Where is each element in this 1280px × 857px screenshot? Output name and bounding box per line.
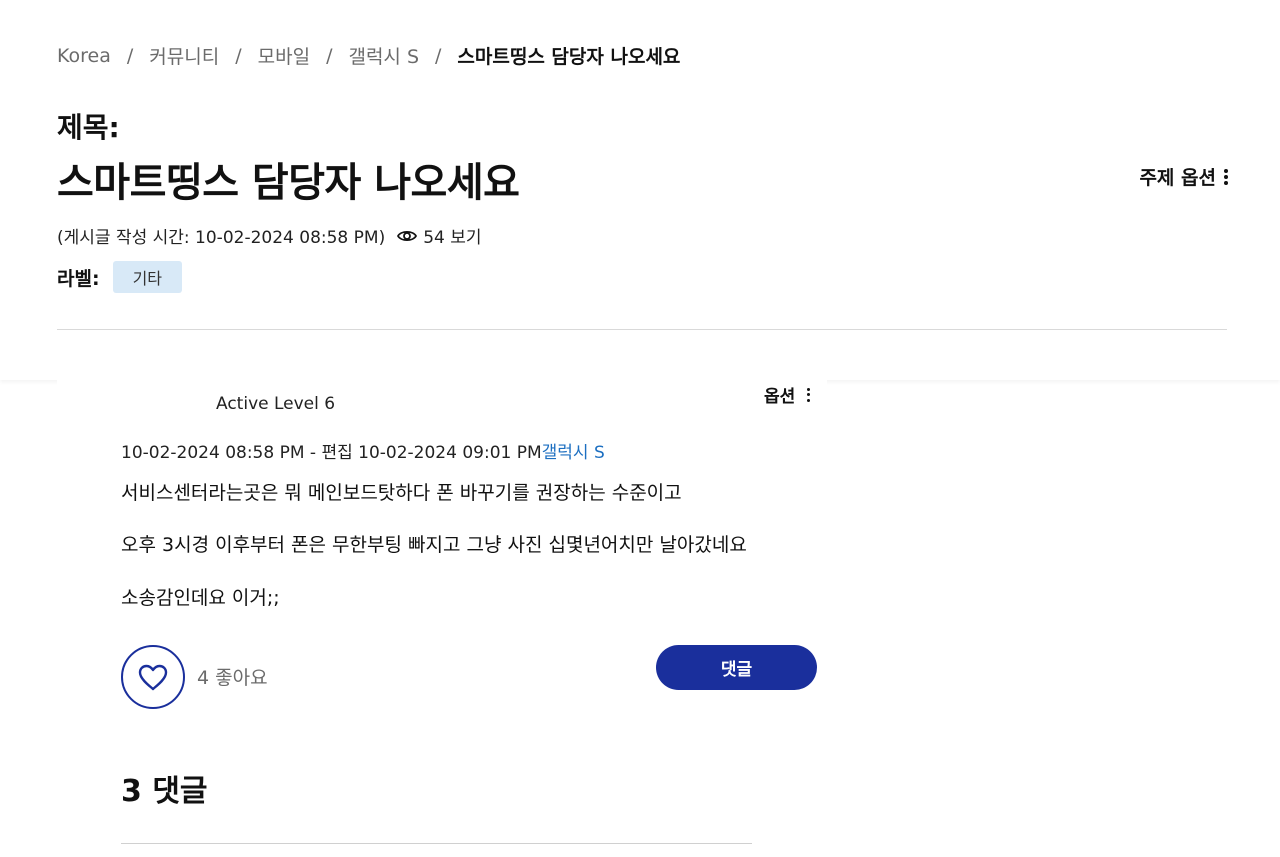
heart-icon xyxy=(138,664,168,690)
topic-header-panel: Korea / 커뮤니티 / 모바일 / 갤럭시 S / 스마트띵스 담당자 나… xyxy=(0,0,1280,380)
breadcrumb-separator: / xyxy=(235,44,242,67)
comments-heading: 3 댓글 xyxy=(121,774,208,809)
like-button[interactable] xyxy=(121,645,185,709)
board-link[interactable]: 갤럭시 S xyxy=(542,443,605,463)
breadcrumb-item-mobile[interactable]: 모바일 xyxy=(258,42,310,69)
topic-options-button[interactable]: 주제 옵션 xyxy=(1139,163,1228,190)
labels-row: 라벨: 기타 xyxy=(57,261,183,293)
header-divider xyxy=(57,329,1227,330)
post-options-label: 옵션 xyxy=(764,387,796,407)
breadcrumb-item-community[interactable]: 커뮤니티 xyxy=(149,42,219,69)
posted-time: (게시글 작성 시간: 10-02-2024 08:58 PM) xyxy=(57,228,386,248)
breadcrumb-item-korea[interactable]: Korea xyxy=(57,45,111,67)
breadcrumb-separator: / xyxy=(126,44,134,67)
kebab-menu-icon xyxy=(807,387,811,402)
kebab-menu-icon xyxy=(1224,168,1228,185)
view-count: 54 보기 xyxy=(423,228,482,248)
breadcrumb-current: 스마트띵스 담당자 나오세요 xyxy=(457,46,681,68)
breadcrumb-separator: / xyxy=(326,44,333,67)
comments-divider xyxy=(121,843,752,844)
label-chip[interactable]: 기타 xyxy=(112,261,183,293)
subject-label: 제목: xyxy=(57,111,120,144)
likes-count: 4 좋아요 xyxy=(197,667,268,689)
breadcrumb-separator: / xyxy=(435,44,442,67)
breadcrumb-item-galaxy-s[interactable]: 갤럭시 S xyxy=(348,42,419,69)
post-body-line: 소송감인데요 이거;; xyxy=(121,587,280,609)
page-title: 스마트띵스 담당자 나오세요 xyxy=(57,160,520,206)
labels-title: 라벨: xyxy=(57,267,100,290)
page: Korea / 커뮤니티 / 모바일 / 갤럭시 S / 스마트띵스 담당자 나… xyxy=(0,0,1280,857)
eye-icon xyxy=(397,229,418,243)
post-body-line: 오후 3시경 이후부터 폰은 무한부팅 빠지고 그냥 사진 십몇년어치만 날아갔… xyxy=(121,534,747,556)
author-level: Active Level 6 xyxy=(216,394,336,414)
post-date: 10-02-2024 08:58 PM - 편집 10-02-2024 09:0… xyxy=(121,438,605,463)
post-body-line: 서비스센터라는곳은 뭐 메인보드탓하다 폰 바꾸기를 권장하는 수준이고 xyxy=(121,482,682,504)
topic-options-label: 주제 옵션 xyxy=(1139,167,1216,189)
post-options-button[interactable]: 옵션 xyxy=(764,382,811,407)
reply-button[interactable]: 댓글 xyxy=(656,645,817,690)
post-date-text: 10-02-2024 08:58 PM - 편집 10-02-2024 09:0… xyxy=(121,443,542,463)
breadcrumb: Korea / 커뮤니티 / 모바일 / 갤럭시 S / 스마트띵스 담당자 나… xyxy=(57,42,680,69)
post-meta: (게시글 작성 시간: 10-02-2024 08:58 PM) 54 보기 xyxy=(57,223,482,248)
